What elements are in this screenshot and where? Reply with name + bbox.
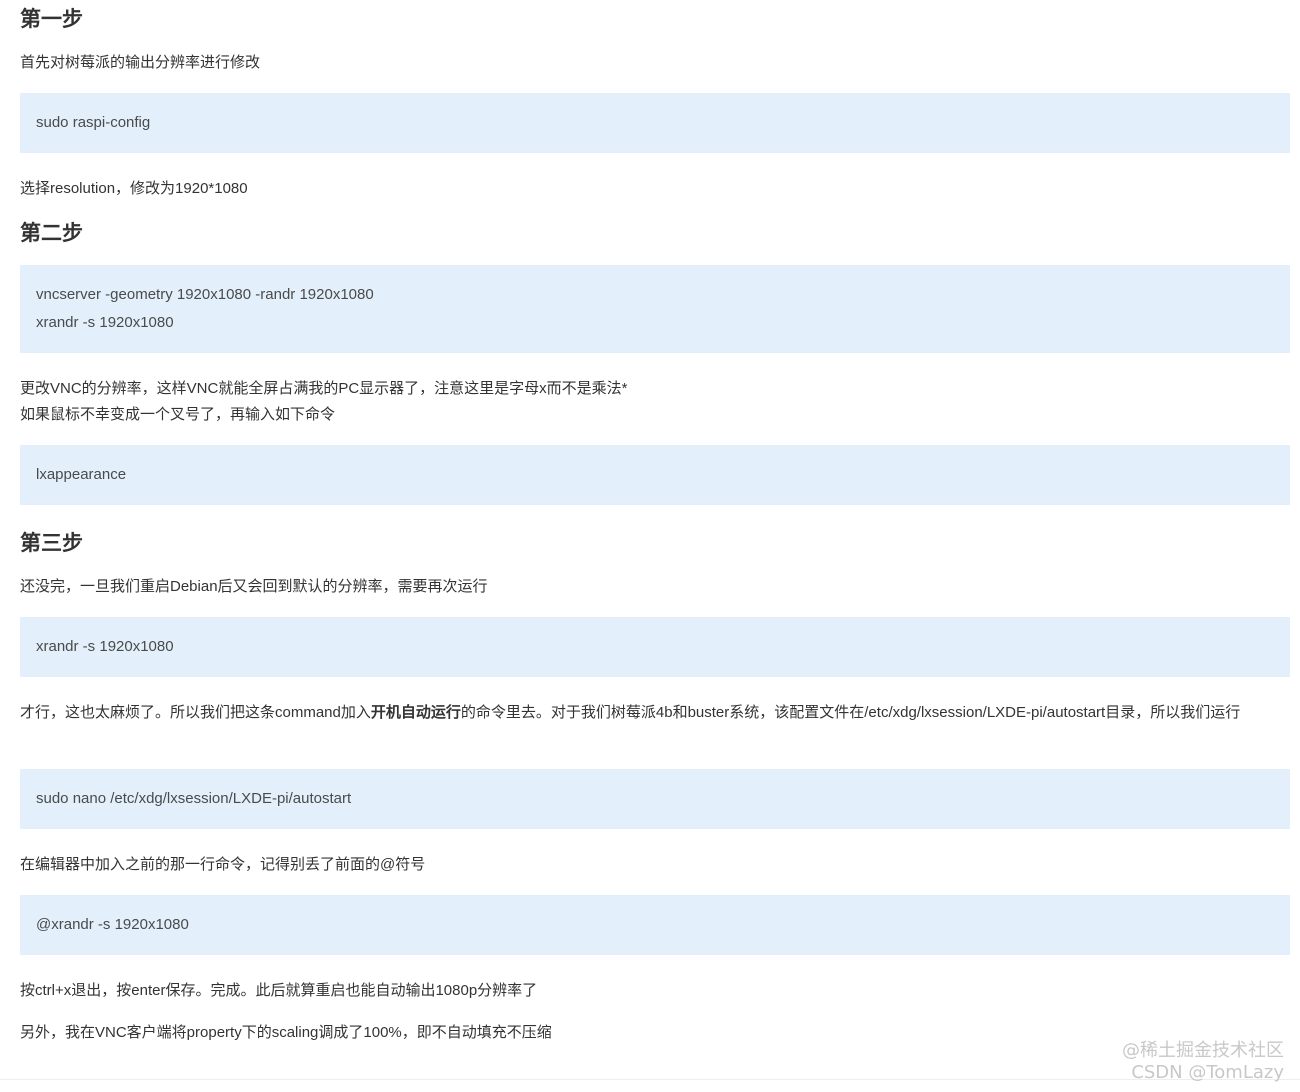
step1-after: 选择resolution，修改为1920*1080	[20, 176, 1290, 202]
code-line: sudo raspi-config	[36, 114, 151, 131]
step3-heading: 第三步	[20, 532, 83, 555]
code-line: @xrandr -s 1920x1080	[36, 916, 189, 933]
code-line: xrandr -s 1920x1080	[36, 638, 174, 655]
step1-after-text: 选择resolution，修改为1920*1080	[20, 180, 248, 197]
step3-scaling: 另外，我在VNC客户端将property下的scaling调成了100%，即不自…	[20, 1020, 1290, 1046]
step2-after: 更改VNC的分辨率，这样VNC就能全屏占满我的PC显示器了，注意这里是字母x而不…	[20, 376, 1290, 428]
code-line: lxappearance	[36, 466, 127, 483]
watermark: @稀土掘金技术社区 CSDN @TomLazy	[1122, 1040, 1284, 1084]
step3-editor: 在编辑器中加入之前的那一行命令，记得别丢了前面的@符号	[20, 852, 1290, 878]
watermark-line1: @稀土掘金技术社区	[1122, 1040, 1284, 1061]
watermark-line2: CSDN @TomLazy	[1131, 1062, 1284, 1083]
code-block-at-xrandr[interactable]: @xrandr -s 1920x1080	[20, 895, 1290, 955]
step2-after-line2: 如果鼠标不幸变成一个叉号了，再输入如下命令	[20, 406, 336, 423]
autostart-text-before: 才行，这也太麻烦了。所以我们把这条command加入	[20, 704, 371, 721]
article: 第一步 首先对树莓派的输出分辨率进行修改 sudo raspi-config 选…	[0, 0, 1300, 1092]
step3-save-text: 按ctrl+x退出，按enter保存。完成。此后就算重启也能自动输出1080p分…	[20, 982, 538, 999]
step3-autostart-paragraph: 才行，这也太麻烦了。所以我们把这条command加入开机自动运行的命令里去。对于…	[20, 700, 1290, 726]
code-line: sudo nano /etc/xdg/lxsession/LXDE-pi/aut…	[36, 790, 352, 807]
step1-heading: 第一步	[20, 8, 83, 31]
code-block-raspi-config[interactable]: sudo raspi-config	[20, 93, 1290, 153]
step3-intro-text: 还没完，一旦我们重启Debian后又会回到默认的分辨率，需要再次运行	[20, 578, 488, 595]
code-line: vncserver -geometry 1920x1080 -randr 192…	[36, 286, 374, 303]
step2-after-line1: 更改VNC的分辨率，这样VNC就能全屏占满我的PC显示器了，注意这里是字母x而不…	[20, 380, 628, 397]
step1-intro: 首先对树莓派的输出分辨率进行修改	[20, 50, 1290, 76]
bottom-divider	[0, 1079, 1300, 1080]
code-block-vncserver[interactable]: vncserver -geometry 1920x1080 -randr 192…	[20, 265, 1290, 353]
step3-autostart-text: 才行，这也太麻烦了。所以我们把这条command加入开机自动运行的命令里去。对于…	[20, 700, 1290, 726]
step3-save: 按ctrl+x退出，按enter保存。完成。此后就算重启也能自动输出1080p分…	[20, 978, 1290, 1004]
step2-heading: 第二步	[20, 222, 83, 245]
step3-scaling-text: 另外，我在VNC客户端将property下的scaling调成了100%，即不自…	[20, 1024, 552, 1041]
step3-editor-text: 在编辑器中加入之前的那一行命令，记得别丢了前面的@符号	[20, 856, 426, 873]
step1-intro-text: 首先对树莓派的输出分辨率进行修改	[20, 54, 261, 71]
step3-intro: 还没完，一旦我们重启Debian后又会回到默认的分辨率，需要再次运行	[20, 574, 1290, 600]
autostart-text-bold: 开机自动运行	[370, 704, 461, 721]
code-block-xrandr[interactable]: xrandr -s 1920x1080	[20, 617, 1290, 677]
code-line: xrandr -s 1920x1080	[36, 314, 174, 331]
code-block-lxappearance[interactable]: lxappearance	[20, 445, 1290, 505]
code-block-nano-autostart[interactable]: sudo nano /etc/xdg/lxsession/LXDE-pi/aut…	[20, 769, 1290, 829]
autostart-text-after: 的命令里去。对于我们树莓派4b和buster系统，该配置文件在/etc/xdg/…	[460, 704, 1241, 721]
